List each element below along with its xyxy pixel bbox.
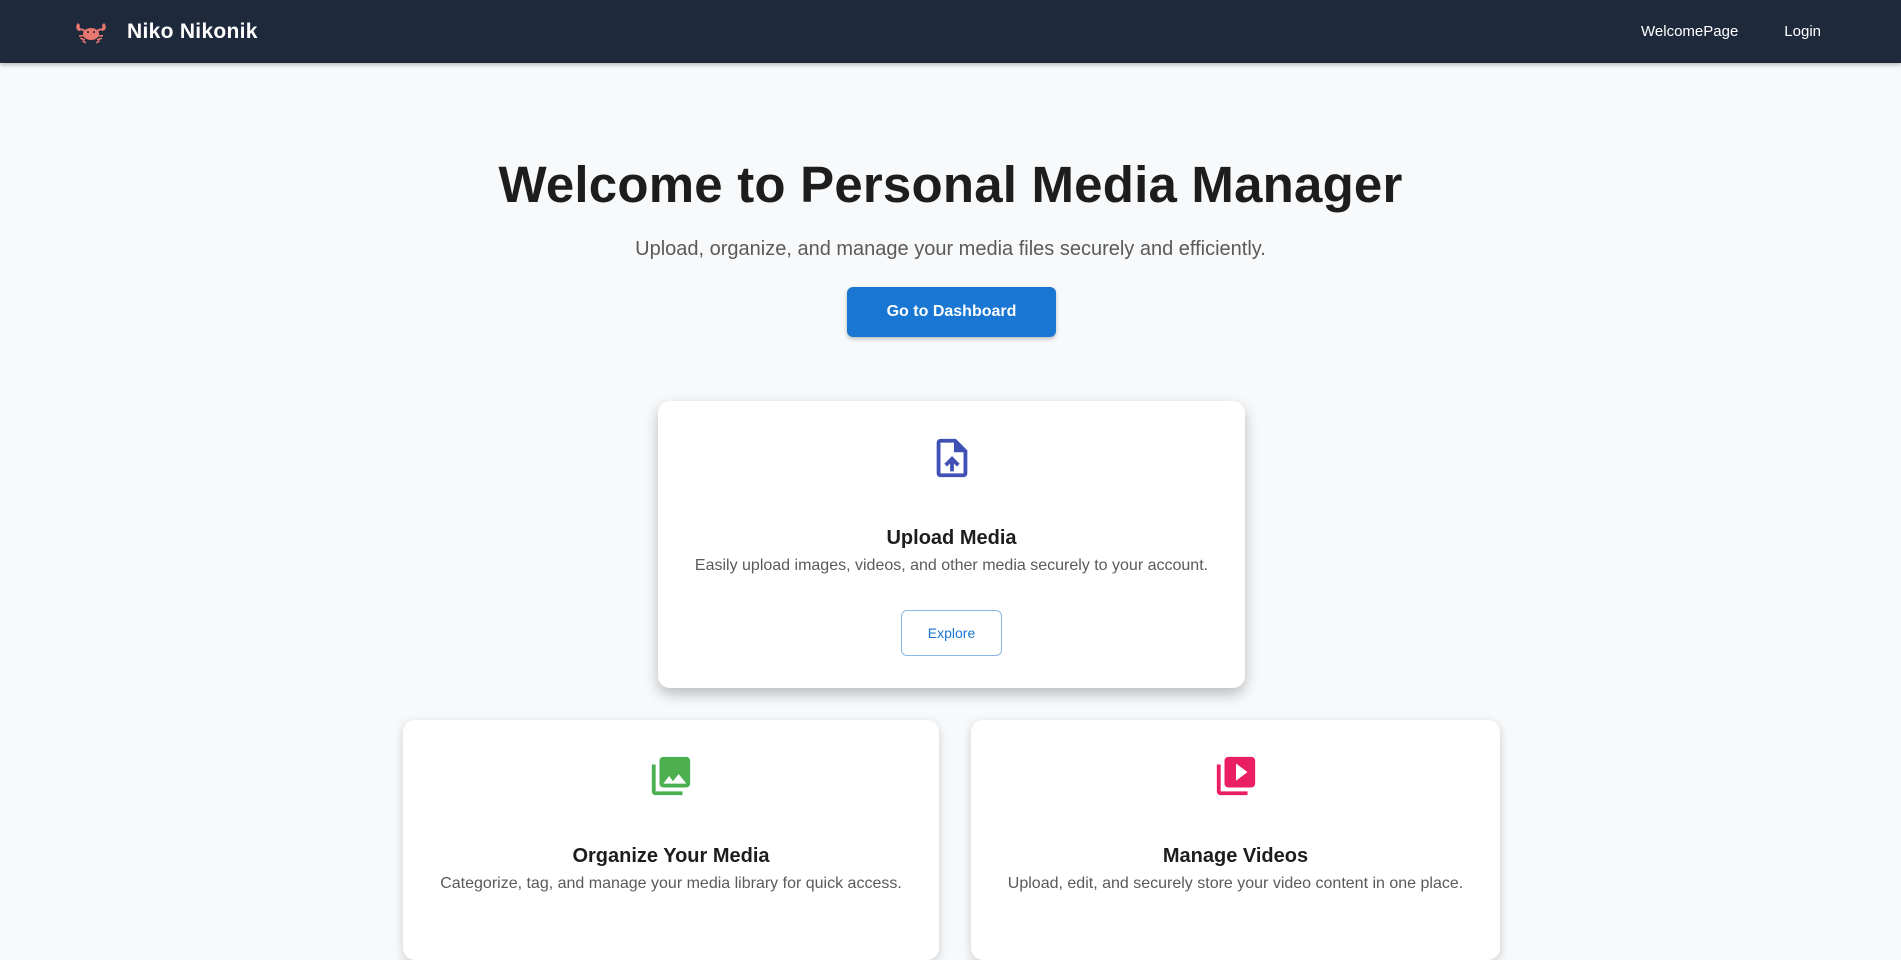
file-upload-icon bbox=[929, 435, 975, 481]
feature-title: Organize Your Media bbox=[572, 845, 770, 867]
nav-links: WelcomePage Login bbox=[1595, 0, 1821, 63]
top-navbar: Niko Nikonik WelcomePage Login bbox=[0, 0, 1901, 63]
feature-title: Upload Media bbox=[886, 527, 1017, 549]
brand[interactable]: Niko Nikonik bbox=[74, 0, 258, 63]
feature-description: Categorize, tag, and manage your media l… bbox=[440, 875, 902, 892]
nav-link-login[interactable]: Login bbox=[1784, 23, 1821, 40]
brand-name: Niko Nikonik bbox=[127, 19, 258, 43]
feature-title: Manage Videos bbox=[1162, 845, 1309, 867]
explore-button[interactable]: Explore bbox=[901, 610, 1002, 656]
feature-card-manage-videos: Manage Videos Upload, edit, and securely… bbox=[971, 720, 1500, 960]
feature-card-organize-media: Organize Your Media Categorize, tag, and… bbox=[403, 720, 939, 960]
feature-description: Upload, edit, and securely store your vi… bbox=[1007, 875, 1464, 892]
page-subtitle: Upload, organize, and manage your media … bbox=[635, 238, 1266, 260]
page-title: Welcome to Personal Media Manager bbox=[498, 156, 1403, 213]
feature-description: Easily upload images, videos, and other … bbox=[694, 557, 1209, 574]
feature-card-upload-media: Upload Media Easily upload images, video… bbox=[658, 401, 1245, 688]
nav-link-welcomepage[interactable]: WelcomePage bbox=[1641, 23, 1738, 40]
crab-icon bbox=[74, 15, 108, 49]
video-library-icon bbox=[1213, 753, 1259, 799]
hero-section: Welcome to Personal Media Manager Upload… bbox=[0, 155, 1901, 261]
go-to-dashboard-button[interactable]: Go to Dashboard bbox=[847, 287, 1056, 337]
photo-library-icon bbox=[648, 753, 694, 799]
